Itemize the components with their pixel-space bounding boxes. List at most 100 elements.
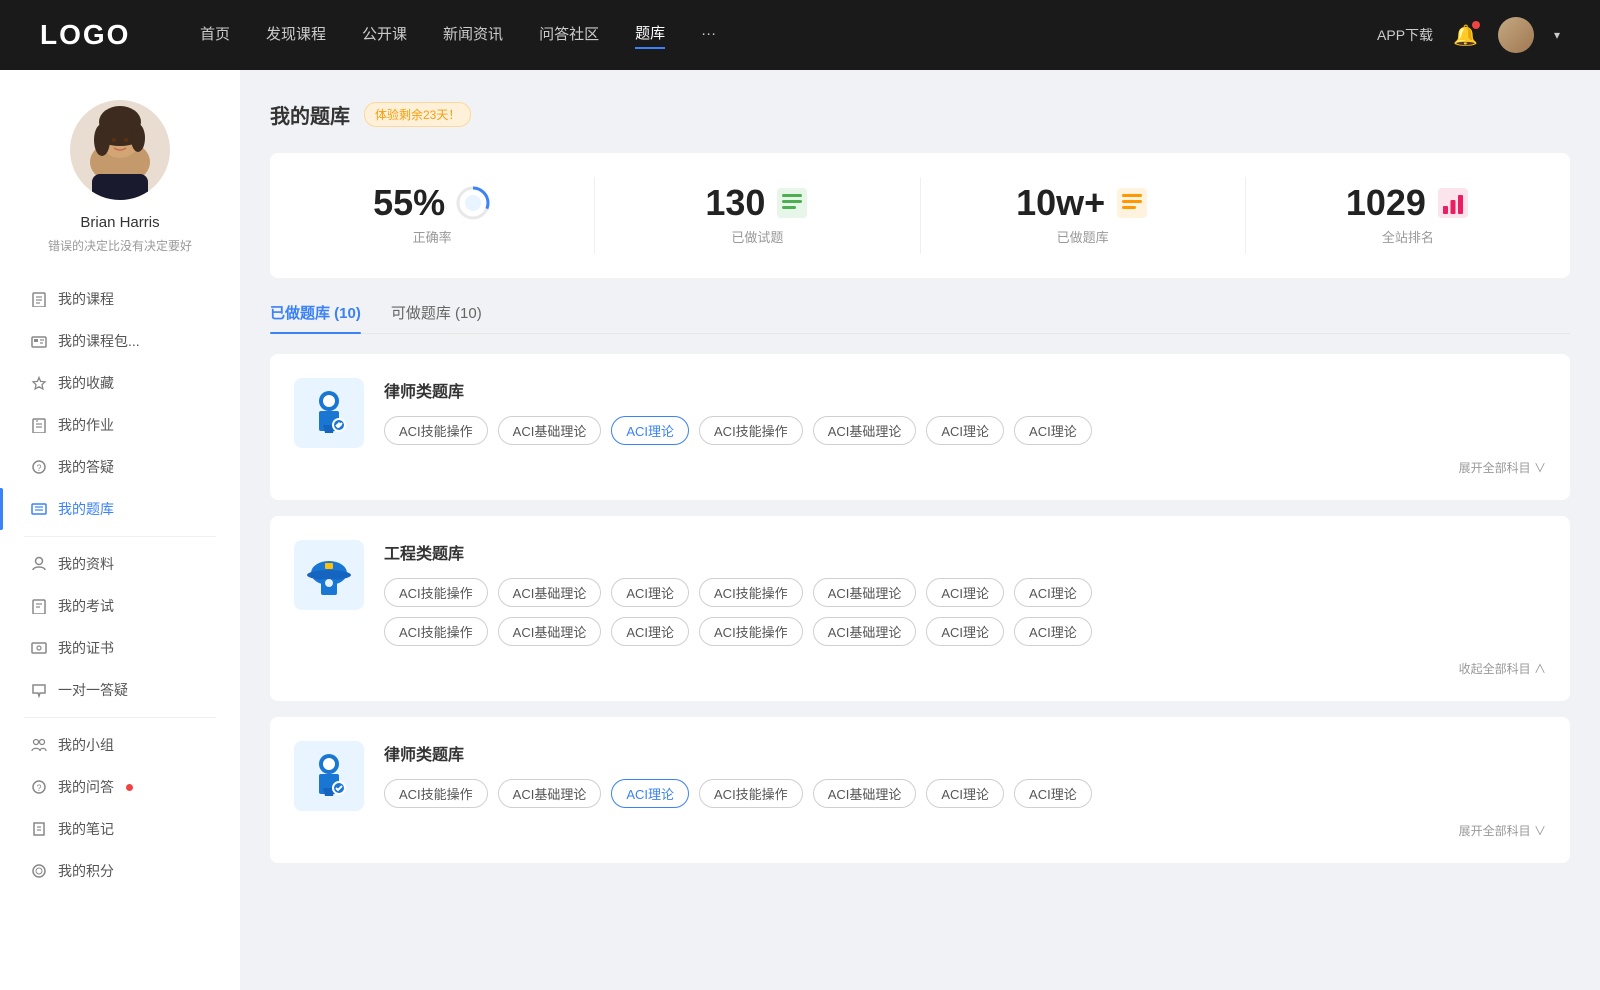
stat-accuracy-value: 55% bbox=[373, 185, 445, 221]
qbank-1-r1-tag-2[interactable]: ACI理论 bbox=[611, 578, 689, 607]
qbank-1-collapse[interactable]: 收起全部科目 ∧ bbox=[384, 656, 1546, 677]
profile-icon bbox=[30, 555, 48, 573]
qbank-0-tag-5[interactable]: ACI理论 bbox=[926, 416, 1004, 445]
qbank-2-tag-1[interactable]: ACI基础理论 bbox=[498, 779, 602, 808]
tab-done-banks[interactable]: 已做题库 (10) bbox=[270, 302, 361, 333]
accuracy-circle-icon bbox=[455, 185, 491, 221]
avatar[interactable] bbox=[1498, 17, 1534, 53]
stat-banks-top: 10w+ bbox=[1016, 185, 1149, 221]
qbank-content-1: 工程类题库 ACI技能操作 ACI基础理论 ACI理论 ACI技能操作 ACI基… bbox=[384, 540, 1546, 677]
qbank-1-r2-tag-2[interactable]: ACI理论 bbox=[611, 617, 689, 646]
qbank-0-tag-4[interactable]: ACI基础理论 bbox=[813, 416, 917, 445]
sidebar-divider-1 bbox=[24, 536, 216, 537]
stat-accuracy: 55% 正确率 bbox=[270, 177, 595, 254]
qbank-0-expand[interactable]: 展开全部科目 ∨ bbox=[384, 455, 1546, 476]
qbank-icon-lawyer-2 bbox=[294, 741, 364, 811]
sidebar-item-qbank[interactable]: 我的题库 bbox=[0, 488, 240, 530]
sidebar-menu: 我的课程 我的课程包... 我的收藏 我的作业 bbox=[0, 278, 240, 892]
avatar-svg bbox=[70, 100, 170, 200]
svg-text:?: ? bbox=[36, 783, 41, 793]
package-icon bbox=[30, 332, 48, 350]
qbank-1-r1-tag-4[interactable]: ACI基础理论 bbox=[813, 578, 917, 607]
stat-accuracy-label: 正确率 bbox=[413, 227, 452, 246]
cert-icon bbox=[30, 639, 48, 657]
qbank-0-tag-6[interactable]: ACI理论 bbox=[1014, 416, 1092, 445]
nav-links: 首页 发现课程 公开课 新闻资讯 问答社区 题库 ··· bbox=[200, 22, 1377, 49]
sidebar-item-cert[interactable]: 我的证书 bbox=[0, 627, 240, 669]
qbank-1-r2-tag-4[interactable]: ACI基础理论 bbox=[813, 617, 917, 646]
lawyer-svg-0 bbox=[303, 387, 355, 439]
nav-open-course[interactable]: 公开课 bbox=[362, 23, 407, 48]
qbank-1-r1-tag-6[interactable]: ACI理论 bbox=[1014, 578, 1092, 607]
qbank-0-tag-3[interactable]: ACI技能操作 bbox=[699, 416, 803, 445]
page-title: 我的题库 bbox=[270, 100, 350, 129]
qbank-card-1: 工程类题库 ACI技能操作 ACI基础理论 ACI理论 ACI技能操作 ACI基… bbox=[270, 516, 1570, 701]
nav-qa[interactable]: 问答社区 bbox=[539, 23, 599, 48]
qbank-tags-0: ACI技能操作 ACI基础理论 ACI理论 ACI技能操作 ACI基础理论 AC… bbox=[384, 416, 1546, 445]
exam-icon bbox=[30, 597, 48, 615]
qbank-2-expand[interactable]: 展开全部科目 ∨ bbox=[384, 818, 1546, 839]
qbank-1-r2-tag-1[interactable]: ACI基础理论 bbox=[498, 617, 602, 646]
sidebar-label-homework: 我的作业 bbox=[58, 415, 114, 435]
sidebar: Brian Harris 错误的决定比没有决定要好 我的课程 我的课程包... … bbox=[0, 70, 240, 990]
qbank-2-tag-0[interactable]: ACI技能操作 bbox=[384, 779, 488, 808]
tabs-row: 已做题库 (10) 可做题库 (10) bbox=[270, 302, 1570, 334]
sidebar-label-course: 我的课程 bbox=[58, 289, 114, 309]
sidebar-divider-2 bbox=[24, 717, 216, 718]
qbank-1-r2-tag-3[interactable]: ACI技能操作 bbox=[699, 617, 803, 646]
sidebar-item-package[interactable]: 我的课程包... bbox=[0, 320, 240, 362]
stats-row: 55% 正确率 130 bbox=[270, 153, 1570, 278]
qbank-2-tag-2[interactable]: ACI理论 bbox=[611, 779, 689, 808]
qbank-1-r1-tag-3[interactable]: ACI技能操作 bbox=[699, 578, 803, 607]
qbank-1-r1-tag-1[interactable]: ACI基础理论 bbox=[498, 578, 602, 607]
stat-done-label: 已做试题 bbox=[731, 227, 783, 246]
notification-bell[interactable]: 🔔 bbox=[1453, 23, 1478, 48]
sidebar-item-favorites[interactable]: 我的收藏 bbox=[0, 362, 240, 404]
sidebar-item-profile[interactable]: 我的资料 bbox=[0, 543, 240, 585]
qbank-0-tag-1[interactable]: ACI基础理论 bbox=[498, 416, 602, 445]
nav-more[interactable]: ··· bbox=[701, 25, 716, 46]
qbank-1-r1-tag-0[interactable]: ACI技能操作 bbox=[384, 578, 488, 607]
user-dropdown-arrow[interactable]: ▾ bbox=[1554, 28, 1560, 42]
nav-news[interactable]: 新闻资讯 bbox=[443, 23, 503, 48]
qbank-title-2: 律师类题库 bbox=[384, 741, 1546, 765]
qbank-1-r2-tag-6[interactable]: ACI理论 bbox=[1014, 617, 1092, 646]
qbank-content-2: 律师类题库 ACI技能操作 ACI基础理论 ACI理论 ACI技能操作 ACI基… bbox=[384, 741, 1546, 839]
qbank-2-tag-3[interactable]: ACI技能操作 bbox=[699, 779, 803, 808]
sidebar-label-qa-my: 我的答疑 bbox=[58, 457, 114, 477]
qbank-1-r2-tag-5[interactable]: ACI理论 bbox=[926, 617, 1004, 646]
nav-qbank[interactable]: 题库 bbox=[635, 22, 665, 49]
qbank-0-tag-0[interactable]: ACI技能操作 bbox=[384, 416, 488, 445]
sidebar-item-myqa[interactable]: ? 我的问答 bbox=[0, 766, 240, 808]
stat-done-questions: 130 已做试题 bbox=[595, 177, 920, 254]
qbank-card-0: 律师类题库 ACI技能操作 ACI基础理论 ACI理论 ACI技能操作 ACI基… bbox=[270, 354, 1570, 500]
nav-discover[interactable]: 发现课程 bbox=[266, 23, 326, 48]
qbank-2-tag-4[interactable]: ACI基础理论 bbox=[813, 779, 917, 808]
sidebar-item-group[interactable]: 我的小组 bbox=[0, 724, 240, 766]
qbank-1-r1-tag-5[interactable]: ACI理论 bbox=[926, 578, 1004, 607]
notes-icon bbox=[30, 820, 48, 838]
nav-home[interactable]: 首页 bbox=[200, 23, 230, 48]
app-download-button[interactable]: APP下载 bbox=[1377, 25, 1433, 45]
qbank-0-tag-2[interactable]: ACI理论 bbox=[611, 416, 689, 445]
tab-available-banks[interactable]: 可做题库 (10) bbox=[391, 302, 482, 333]
lawyer-svg-2 bbox=[303, 750, 355, 802]
sidebar-item-notes[interactable]: 我的笔记 bbox=[0, 808, 240, 850]
qbank-1-r2-tag-0[interactable]: ACI技能操作 bbox=[384, 617, 488, 646]
stat-ranking-label: 全站排名 bbox=[1382, 227, 1434, 246]
sidebar-item-exam[interactable]: 我的考试 bbox=[0, 585, 240, 627]
qbank-title-1: 工程类题库 bbox=[384, 540, 1546, 564]
qbank-content-0: 律师类题库 ACI技能操作 ACI基础理论 ACI理论 ACI技能操作 ACI基… bbox=[384, 378, 1546, 476]
homework-icon bbox=[30, 416, 48, 434]
qbank-2-tag-5[interactable]: ACI理论 bbox=[926, 779, 1004, 808]
sidebar-label-qbank: 我的题库 bbox=[58, 499, 114, 519]
qbank-2-tag-6[interactable]: ACI理论 bbox=[1014, 779, 1092, 808]
sidebar-item-points[interactable]: 我的积分 bbox=[0, 850, 240, 892]
sidebar-item-tutoring[interactable]: 一对一答疑 bbox=[0, 669, 240, 711]
sidebar-item-homework[interactable]: 我的作业 bbox=[0, 404, 240, 446]
sidebar-label-group: 我的小组 bbox=[58, 735, 114, 755]
sidebar-item-qa-my[interactable]: ? 我的答疑 bbox=[0, 446, 240, 488]
sidebar-label-profile: 我的资料 bbox=[58, 554, 114, 574]
qbank-tags-1-row2: ACI技能操作 ACI基础理论 ACI理论 ACI技能操作 ACI基础理论 AC… bbox=[384, 617, 1546, 646]
sidebar-item-course[interactable]: 我的课程 bbox=[0, 278, 240, 320]
